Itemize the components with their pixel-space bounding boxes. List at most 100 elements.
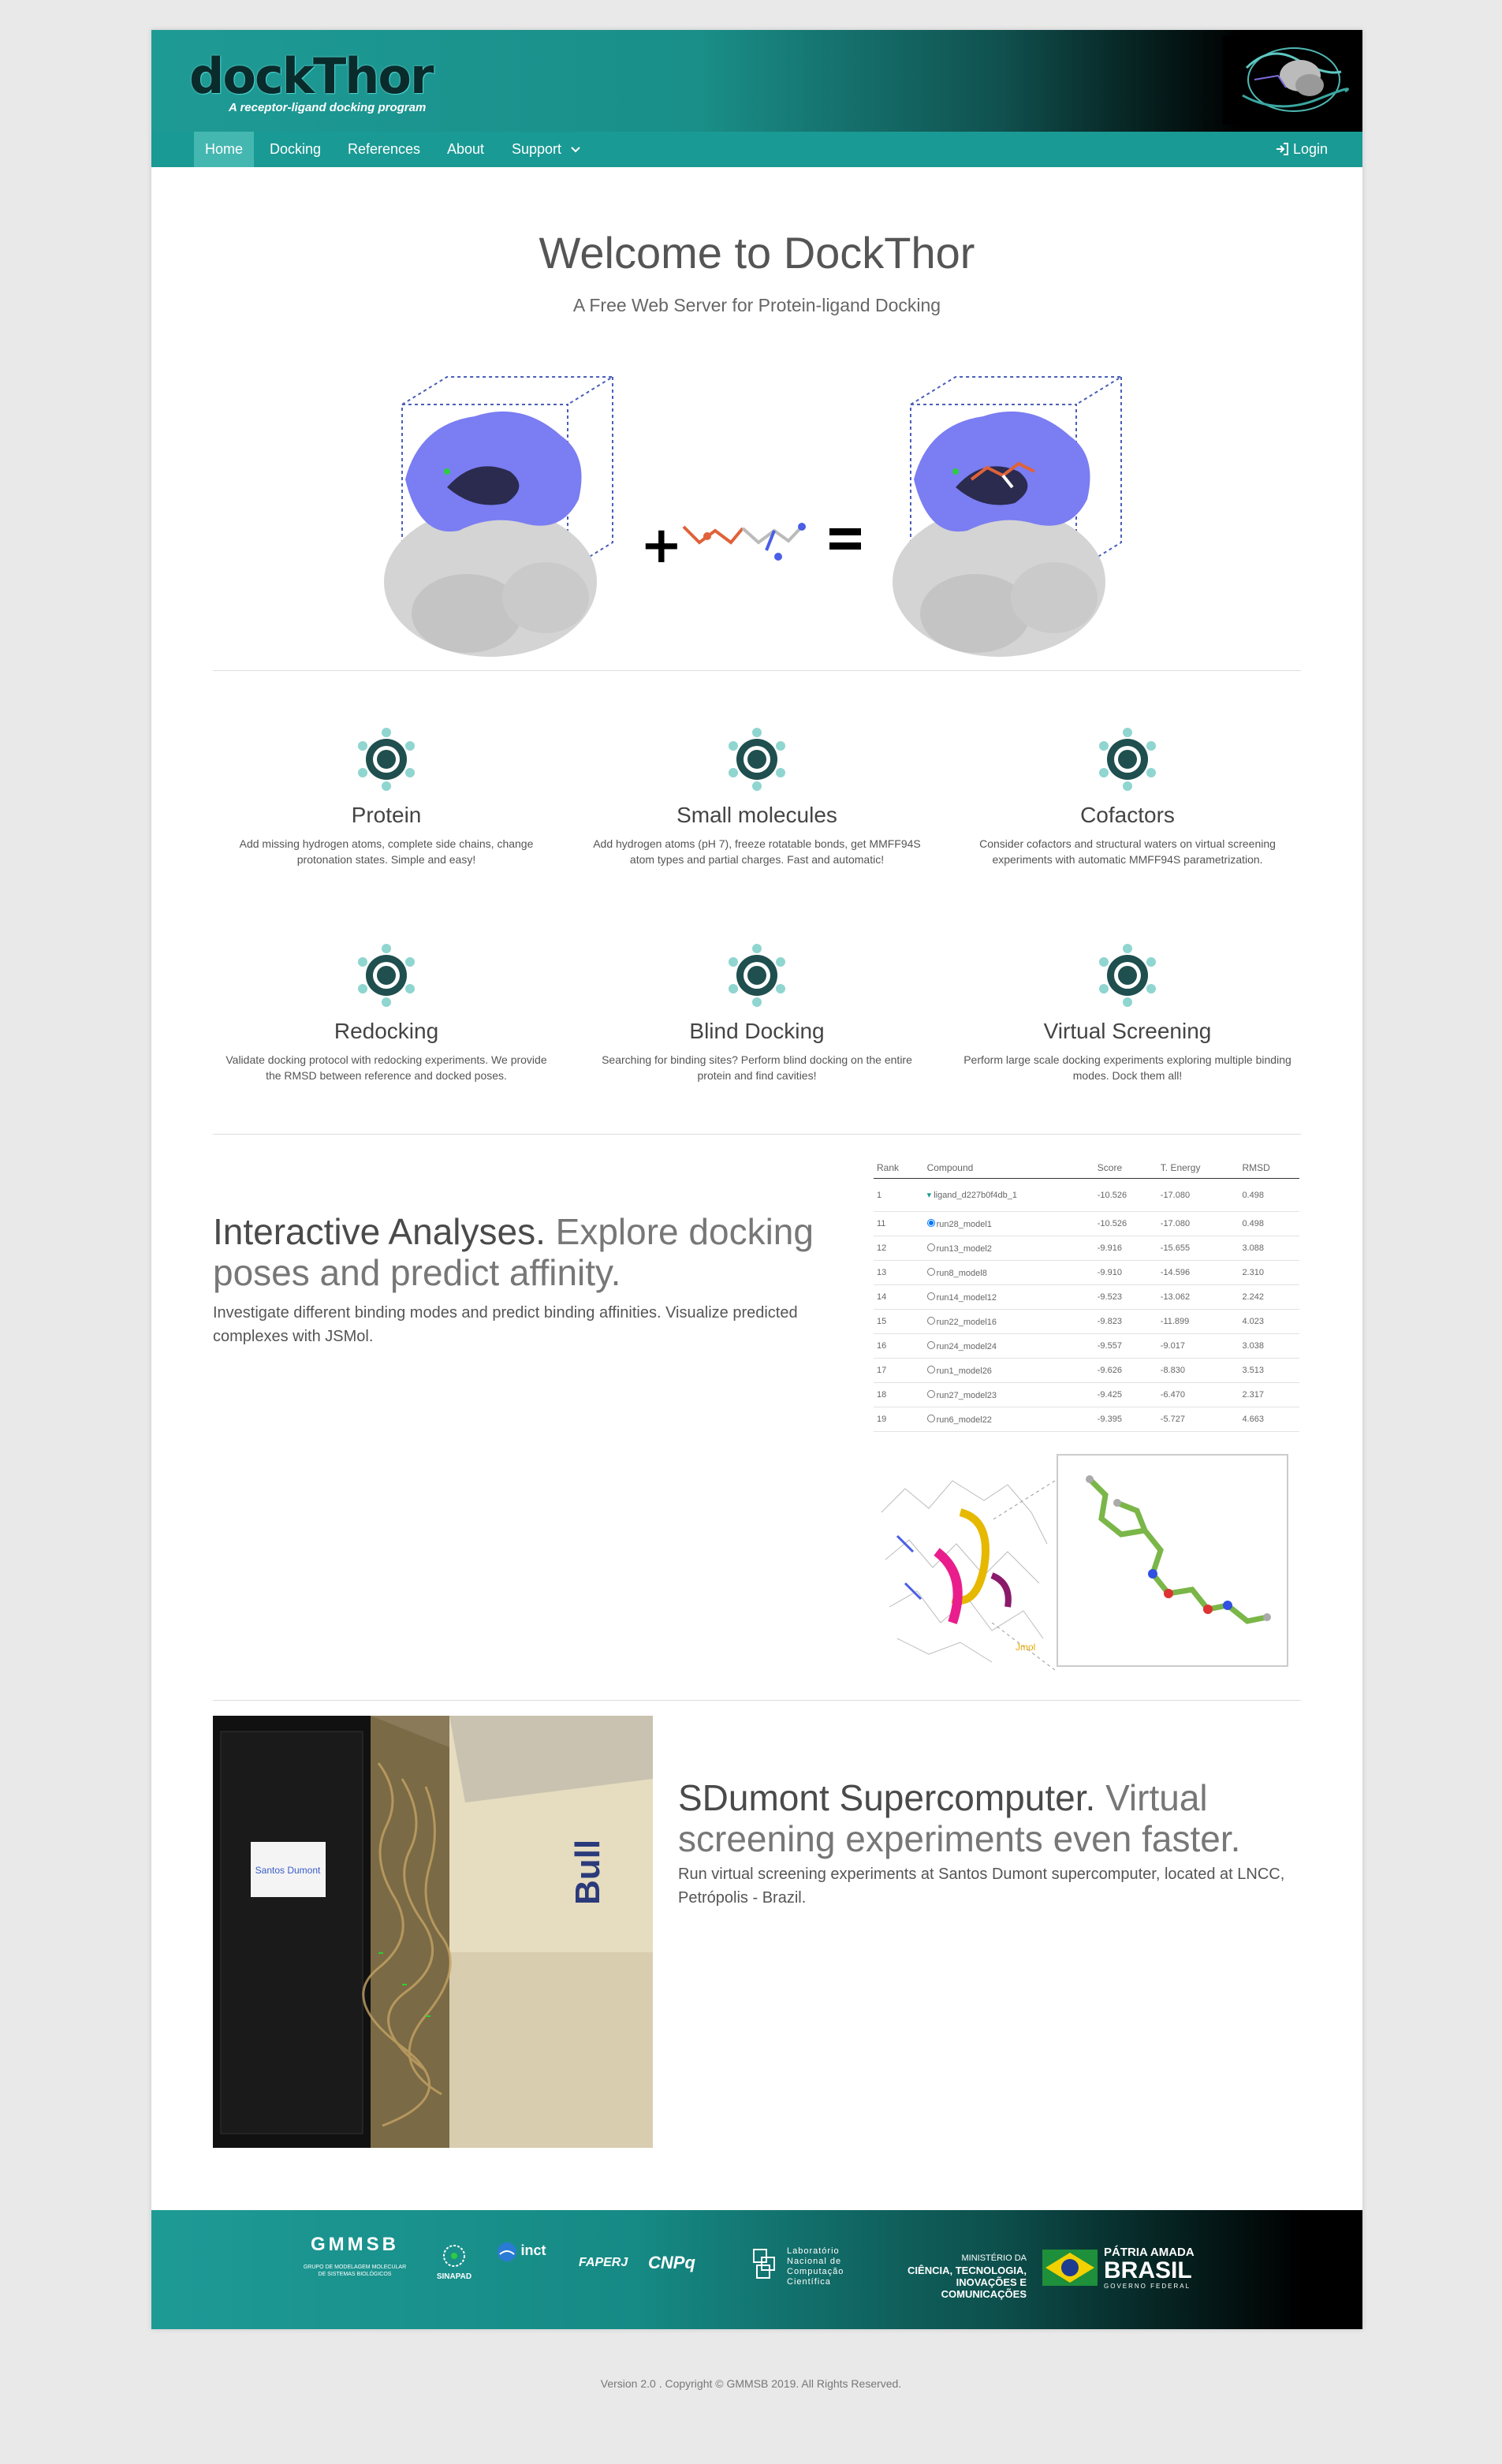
table-row[interactable]: 11 run28_model1 -10.526 -17.080 0.498 bbox=[874, 1211, 1299, 1236]
table-row[interactable]: 16 run24_model24 -9.557 -9.017 3.038 bbox=[874, 1333, 1299, 1359]
cnpq-logo[interactable]: CNPq bbox=[648, 2253, 695, 2273]
table-row[interactable]: 17 run1_model26 -9.626 -8.830 3.513 bbox=[874, 1358, 1299, 1383]
molecule-icon bbox=[358, 728, 415, 791]
cell: 3.513 bbox=[1239, 1358, 1299, 1383]
ministerio-logo[interactable]: MINISTÉRIO DA CIÊNCIA, TECNOLOGIA, INOVA… bbox=[877, 2253, 1027, 2300]
lncc-logo[interactable]: Laboratório Nacional de Computação Cient… bbox=[751, 2246, 869, 2287]
cell: -9.425 bbox=[1094, 1382, 1157, 1407]
cell: -10.526 bbox=[1094, 1178, 1157, 1212]
compound-name: run24_model24 bbox=[936, 1341, 997, 1351]
main-navbar: Home Docking References About Support Lo… bbox=[151, 132, 1362, 167]
pose-radio[interactable] bbox=[926, 1316, 935, 1325]
cell: -9.395 bbox=[1094, 1407, 1157, 1432]
sinapad-icon bbox=[443, 2245, 465, 2267]
table-row[interactable]: 14 run14_model12 -9.523 -13.062 2.242 bbox=[874, 1284, 1299, 1310]
table-row[interactable]: 18 run27_model23 -9.425 -6.470 2.317 bbox=[874, 1382, 1299, 1407]
molecule-icon bbox=[1099, 944, 1156, 1007]
feature-cofactors: Cofactors Consider cofactors and structu… bbox=[946, 725, 1309, 867]
compound-name: run13_model2 bbox=[936, 1243, 992, 1254]
cell: 14 bbox=[874, 1284, 924, 1310]
cell: ▾ ligand_d227b0f4db_1 bbox=[923, 1178, 1094, 1212]
table-row[interactable]: 15 run22_model16 -9.823 -11.899 4.023 bbox=[874, 1309, 1299, 1334]
nav-references[interactable]: References bbox=[337, 132, 431, 167]
lncc-icon bbox=[753, 2249, 775, 2279]
pose-radio[interactable] bbox=[926, 1292, 935, 1300]
pose-radio[interactable] bbox=[926, 1243, 935, 1251]
cell: -9.017 bbox=[1157, 1333, 1239, 1359]
login-link[interactable]: Login bbox=[1275, 132, 1328, 167]
nav-home[interactable]: Home bbox=[194, 132, 255, 167]
pose-radio[interactable] bbox=[926, 1414, 935, 1422]
protein-surface-before bbox=[384, 376, 616, 657]
cell: 4.023 bbox=[1239, 1309, 1299, 1334]
pose-radio[interactable] bbox=[926, 1389, 935, 1398]
table-row[interactable]: 19 run6_model22 -9.395 -5.727 4.663 bbox=[874, 1407, 1299, 1432]
cell: -9.557 bbox=[1094, 1333, 1157, 1359]
pose-radio[interactable] bbox=[926, 1267, 935, 1276]
photo-sign-text: Santos Dumont bbox=[255, 1865, 321, 1876]
supercomputer-heading-strong: SDumont Supercomputer. bbox=[678, 1777, 1096, 1818]
feature-protein: Protein Add missing hydrogen atoms, comp… bbox=[205, 725, 568, 867]
cell: -17.080 bbox=[1157, 1178, 1239, 1212]
cell: -9.910 bbox=[1094, 1260, 1157, 1285]
sinapad-logo[interactable]: SINAPAD bbox=[418, 2243, 490, 2281]
ministerio-line1: MINISTÉRIO DA bbox=[961, 2253, 1027, 2263]
governo-federal-logo[interactable]: PÁTRIA AMADA BRASIL GOVERNO FEDERAL bbox=[1042, 2246, 1200, 2290]
feature-title: Protein bbox=[351, 803, 422, 827]
table-row[interactable]: 12 run13_model2 -9.916 -15.655 3.088 bbox=[874, 1236, 1299, 1261]
section-divider bbox=[213, 670, 1301, 671]
pose-radio[interactable] bbox=[926, 1365, 935, 1374]
feature-title: Small molecules bbox=[676, 803, 837, 827]
site-logo[interactable]: dockThor bbox=[189, 47, 434, 105]
cell: 11 bbox=[874, 1211, 924, 1236]
sdumont-photo-image: Santos Dumont Bull bbox=[213, 1716, 653, 2148]
page-container: dockThor A receptor-ligand docking progr… bbox=[151, 30, 1362, 2329]
chevron-down-icon bbox=[571, 147, 580, 153]
supercomputer-photo: Santos Dumont Bull bbox=[213, 1716, 653, 2148]
ligand-zoom-view[interactable] bbox=[1057, 1454, 1288, 1667]
nav-docking[interactable]: Docking bbox=[259, 132, 332, 167]
table-row[interactable]: 1 ▾ ligand_d227b0f4db_1 -10.526 -17.080 … bbox=[874, 1178, 1299, 1212]
feature-small-molecules: Small molecules Add hydrogen atoms (pH 7… bbox=[576, 725, 938, 867]
brazil-flag-icon bbox=[498, 2242, 516, 2261]
cell: run22_model16 bbox=[923, 1309, 1094, 1334]
sinapad-logo-text: SINAPAD bbox=[436, 2272, 472, 2281]
chevron-down-icon[interactable]: ▾ bbox=[927, 1191, 932, 1200]
cell: -17.080 bbox=[1157, 1211, 1239, 1236]
pose-radio[interactable] bbox=[926, 1340, 935, 1349]
feature-description: Perform large scale docking experiments … bbox=[963, 1053, 1291, 1082]
supercomputer-heading: SDumont Supercomputer. Virtual screening… bbox=[678, 1777, 1301, 1859]
gmmsb-logo[interactable]: GMMSB GRUPO DE MODELAGEM MOLECULAR DE SI… bbox=[300, 2234, 410, 2278]
col-rmsd: RMSD bbox=[1239, 1157, 1299, 1179]
feature-title: Redocking bbox=[334, 1019, 439, 1043]
cell: 19 bbox=[874, 1407, 924, 1432]
table-row[interactable]: 13 run8_model8 -9.910 -14.596 2.310 bbox=[874, 1260, 1299, 1285]
pose-radio[interactable] bbox=[926, 1218, 935, 1227]
protein-complex-view[interactable]: Jmol bbox=[874, 1465, 1055, 1670]
cell: -5.727 bbox=[1157, 1407, 1239, 1432]
cell: 2.310 bbox=[1239, 1260, 1299, 1285]
nav-support-dropdown[interactable]: Support bbox=[501, 132, 592, 167]
nav-about[interactable]: About bbox=[436, 132, 495, 167]
cell: run13_model2 bbox=[923, 1236, 1094, 1261]
sponsor-footer: GMMSB GRUPO DE MODELAGEM MOLECULAR DE SI… bbox=[151, 2210, 1362, 2329]
inct-logo[interactable]: inct bbox=[497, 2242, 568, 2262]
cell: 2.242 bbox=[1239, 1284, 1299, 1310]
feature-blind-docking: Blind Docking Searching for binding site… bbox=[576, 941, 938, 1083]
molecule-icon bbox=[358, 944, 415, 1007]
cell: run8_model8 bbox=[923, 1260, 1094, 1285]
col-rank: Rank bbox=[874, 1157, 924, 1179]
site-tagline: A receptor-ligand docking program bbox=[229, 101, 427, 114]
cell: run27_model23 bbox=[923, 1382, 1094, 1407]
feature-description: Searching for binding sites? Perform bli… bbox=[602, 1053, 912, 1082]
compound-name: run14_model12 bbox=[936, 1292, 997, 1303]
feature-description: Add hydrogen atoms (pH 7), freeze rotata… bbox=[593, 837, 921, 866]
protein-surface-docked bbox=[893, 376, 1124, 657]
faperj-logo[interactable]: FAPERJ bbox=[579, 2256, 628, 2270]
ministerio-line2: CIÊNCIA, TECNOLOGIA, bbox=[908, 2265, 1027, 2276]
cell: -9.823 bbox=[1094, 1309, 1157, 1334]
sign-in-icon bbox=[1276, 143, 1288, 155]
banner-protein-image bbox=[1223, 36, 1353, 125]
inct-logo-text: inct bbox=[520, 2242, 546, 2259]
cell: 12 bbox=[874, 1236, 924, 1261]
